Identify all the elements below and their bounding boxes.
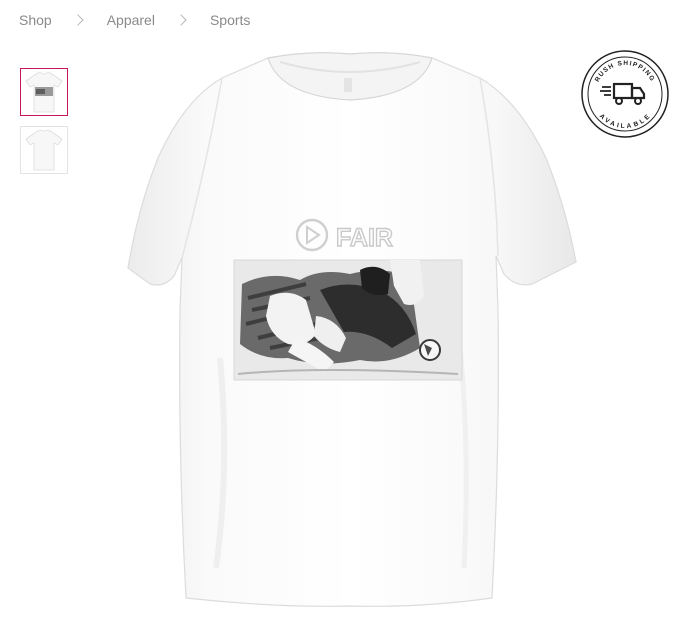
breadcrumb: Shop Apparel Sports	[19, 12, 250, 28]
breadcrumb-sports[interactable]: Sports	[210, 12, 250, 28]
rush-shipping-badge: RUSH SHIPPING AVAILABLE	[580, 49, 670, 139]
breadcrumb-apparel[interactable]: Apparel	[107, 12, 155, 28]
print-logo-text: FAIR	[336, 224, 393, 252]
tshirt-back-thumb-image	[25, 129, 63, 171]
printed-photo	[233, 259, 463, 381]
thumbnail-front[interactable]	[20, 68, 68, 116]
tshirt-front-thumb-image	[25, 71, 63, 113]
chevron-right-icon	[72, 14, 84, 26]
thumbnail-list	[20, 68, 68, 184]
tshirt-mockup: FAIR	[127, 52, 577, 607]
product-main-image[interactable]: FAIR	[120, 48, 582, 614]
chevron-right-icon	[175, 14, 187, 26]
breadcrumb-shop[interactable]: Shop	[19, 12, 52, 28]
thumbnail-back[interactable]	[20, 126, 68, 174]
